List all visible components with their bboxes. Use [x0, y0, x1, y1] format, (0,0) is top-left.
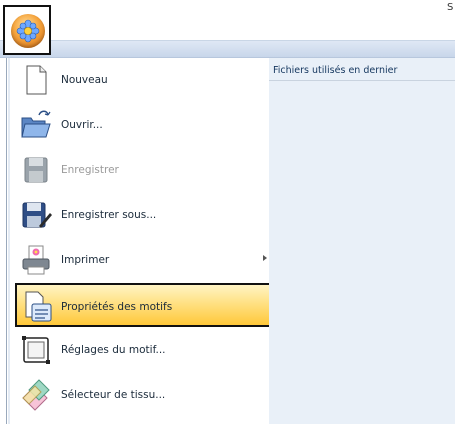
menu-item-save-as[interactable]: Enregistrer sous... [15, 193, 271, 237]
print-icon [19, 243, 53, 277]
title-bar: S [0, 0, 455, 41]
menu-item-label: Imprimer [61, 254, 110, 266]
save-as-icon [19, 198, 53, 232]
menu-item-new[interactable]: Nouveau [15, 58, 271, 102]
application-button[interactable] [3, 5, 51, 55]
menu-item-open[interactable]: Ouvrir... [15, 103, 271, 147]
open-folder-icon [19, 108, 53, 142]
flower-orb-icon[interactable] [11, 14, 45, 48]
title-bar-text: S [447, 2, 454, 13]
menu-item-design-settings[interactable]: Réglages du motif... [15, 328, 271, 372]
menu-item-print[interactable]: Imprimer [15, 238, 271, 282]
menu-item-label: Nouveau [61, 74, 108, 86]
menu-item-label: Sélecteur de tissu... [61, 389, 166, 401]
menu-item-label: Enregistrer sous... [61, 209, 157, 221]
submenu-arrow-icon [263, 255, 267, 261]
recent-files-panel: Fichiers utilisés en dernier [269, 58, 455, 424]
ribbon-strip [0, 41, 455, 58]
new-document-icon [19, 63, 53, 97]
menu-item-label: Réglages du motif... [61, 344, 166, 356]
menu-item-save[interactable]: Enregistrer [15, 148, 271, 192]
menu-item-label: Enregistrer [61, 164, 119, 176]
application-menu: Nouveau Ouvrir... Enregistrer Enregistre… [6, 58, 271, 424]
save-icon [19, 153, 53, 187]
design-properties-icon [21, 290, 55, 324]
menu-item-design-properties[interactable]: Propriétés des motifs [15, 283, 271, 327]
design-settings-icon [19, 333, 53, 367]
menu-item-label: Propriétés des motifs [61, 301, 173, 313]
fabric-selector-icon [19, 378, 53, 412]
menu-item-label: Ouvrir... [61, 119, 103, 131]
recent-files-header: Fichiers utilisés en dernier [269, 58, 455, 81]
menu-item-fabric-selector[interactable]: Sélecteur de tissu... [15, 373, 271, 417]
